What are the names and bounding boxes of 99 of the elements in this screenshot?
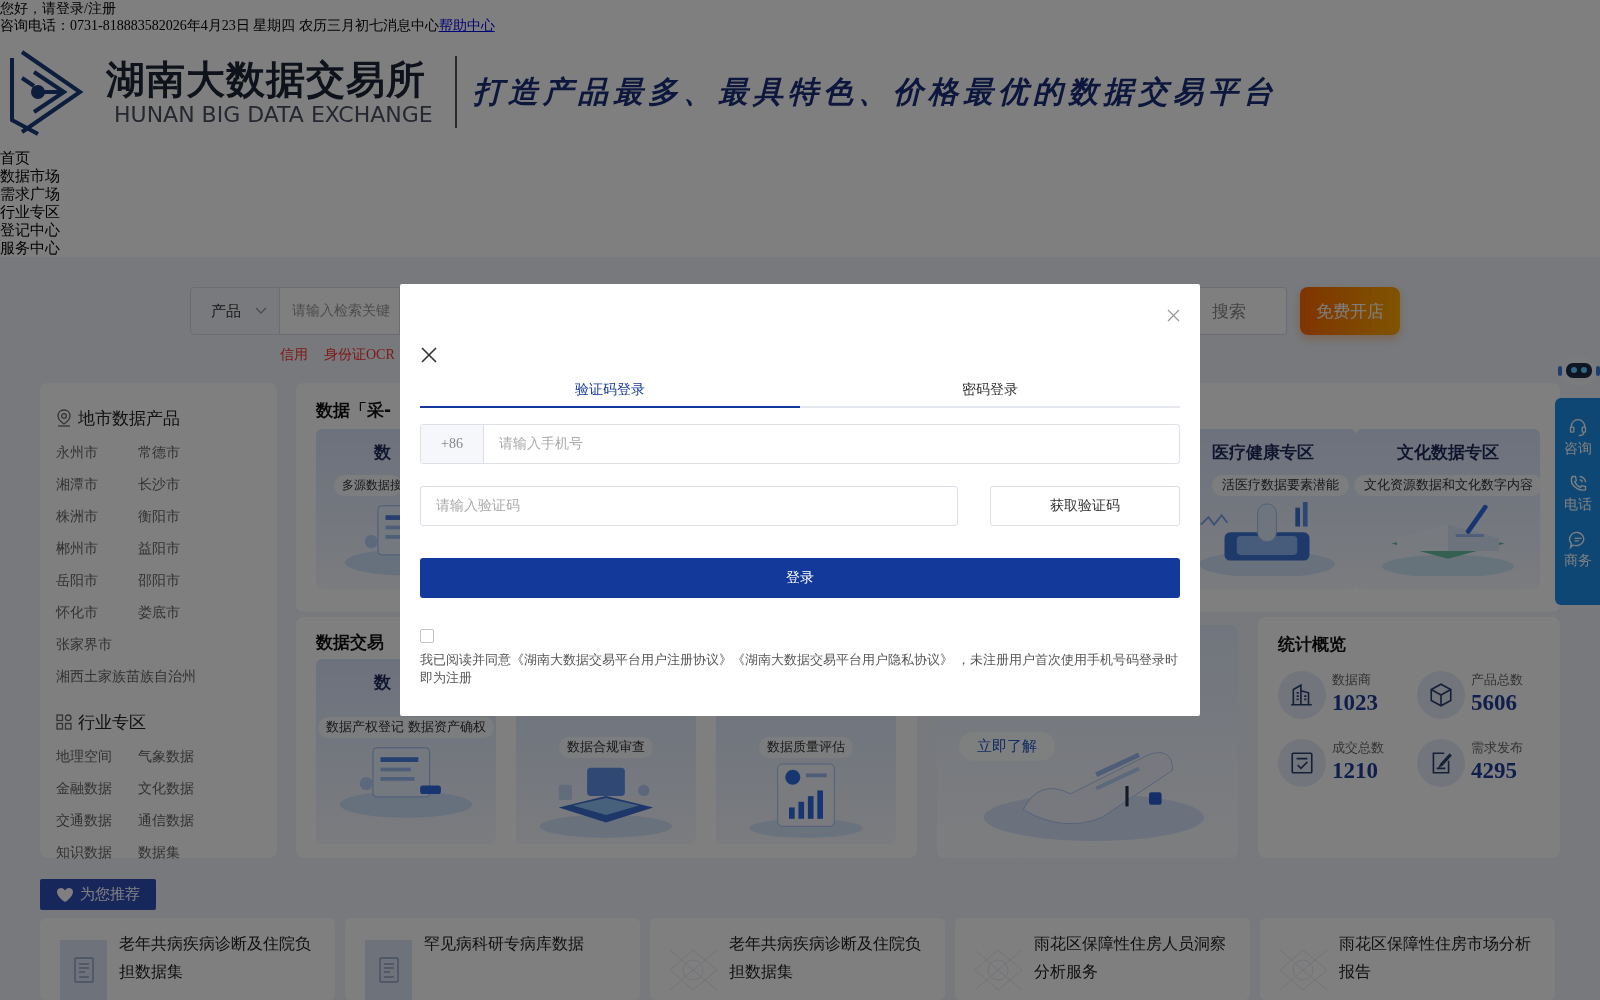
hot-tag-link[interactable]: 信用: [280, 346, 308, 364]
sidebar-link[interactable]: 娄底市: [138, 596, 238, 628]
nav-link[interactable]: 行业专区: [0, 203, 60, 221]
login-button[interactable]: 登录: [420, 558, 1180, 598]
agreement-text: 我已阅读并同意《湖南大数据交易平台用户注册协议》《湖南大数据交易平台用户隐私协议》 ，未注册用户首次使用手机号码登录时即为注册: [420, 651, 1180, 687]
sidebar-link[interactable]: 知识数据: [56, 836, 138, 868]
contact-link[interactable]: 咨询: [1563, 440, 1592, 458]
product-card[interactable]: 老年共病疾病诊断及住院负担数据集: [650, 918, 945, 1000]
heart-icon: [56, 886, 74, 903]
card-subtitle: 文化资源数据和文化数字内容: [1353, 475, 1543, 496]
sidebar-link[interactable]: 株洲市: [56, 500, 138, 532]
nav-link[interactable]: 服务中心: [0, 239, 60, 257]
card-subtitle: 数据产权登记 数据资产确权: [318, 717, 494, 738]
nav-link[interactable]: 登记中心: [0, 221, 60, 239]
sidebar-link[interactable]: 通信数据: [138, 804, 238, 836]
search-button[interactable]: 搜索: [1200, 287, 1287, 335]
stat-value: 1023: [1332, 689, 1378, 717]
slogan-text: 打造产品最多、最具特色、价格最优的数据交易平台: [472, 72, 1278, 111]
phone-field[interactable]: +86 请输入手机号: [420, 424, 1180, 464]
sidebar-link[interactable]: 益阳市: [138, 532, 238, 564]
hot-tag-link[interactable]: 身份证OCR: [324, 346, 395, 364]
nav-link[interactable]: 首页: [0, 149, 30, 167]
login-tab[interactable]: 验证码登录: [420, 374, 800, 408]
close-icon[interactable]: [420, 346, 438, 364]
agreement-checkbox[interactable]: [420, 629, 434, 643]
sidebar-link[interactable]: 湘潭市: [56, 468, 138, 500]
sidebar-link[interactable]: 交通数据: [56, 804, 138, 836]
badge-text: 为您推荐: [80, 885, 140, 904]
checklist-icon: [1289, 750, 1315, 776]
section-heading: 行业专区: [78, 710, 146, 734]
product-title: 老年共病疾病诊断及住院负担数据集: [729, 933, 922, 983]
sidebar-link[interactable]: 张家界市: [56, 628, 138, 660]
card-subtitle: 数据质量评估: [759, 737, 853, 758]
nav-link[interactable]: 需求广场: [0, 185, 60, 203]
stat-value: 4295: [1471, 757, 1518, 785]
sidebar-link[interactable]: 岳阳市: [56, 564, 138, 596]
sidebar-link[interactable]: 湘西土家族苗族自治州: [56, 660, 238, 692]
headset-icon[interactable]: [1567, 418, 1588, 438]
product-card[interactable]: 雨花区保障性住房市场分析报告: [1260, 918, 1555, 1000]
section-title: 数据「采-: [316, 399, 392, 422]
nav-link[interactable]: 数据市场: [0, 167, 60, 185]
card-subtitle: 数据合规审查: [559, 737, 653, 758]
grid-icon: [56, 714, 72, 730]
stat-label: 产品总数: [1471, 671, 1523, 689]
sidebar-link[interactable]: 怀化市: [56, 596, 138, 628]
hotline-text: 咨询电话：0731-81888358: [0, 17, 159, 34]
contact-link[interactable]: 电话: [1563, 496, 1592, 514]
sidebar-link[interactable]: 数据集: [138, 836, 238, 868]
sidebar-link[interactable]: 邵阳市: [138, 564, 238, 596]
stat-label: 数据商: [1332, 671, 1372, 689]
product-card[interactable]: 雨花区保障性住房人员洞察分析服务: [955, 918, 1250, 1000]
document-icon: [378, 957, 399, 983]
help-center-link[interactable]: 帮助中心: [438, 17, 495, 34]
card-subtitle: 活医疗数据要素潜能: [1212, 475, 1349, 496]
document-icon: [73, 957, 94, 983]
product-title: 雨花区保障性住房市场分析报告: [1339, 933, 1532, 983]
logo-icon: [8, 48, 86, 136]
open-store-button[interactable]: 免费开店: [1300, 287, 1400, 335]
stat-label: 成交总数: [1332, 739, 1384, 757]
product-title: 雨花区保障性住房人员洞察分析服务: [1034, 933, 1227, 983]
card-title: 数: [374, 671, 391, 694]
stat-value: 5606: [1471, 689, 1518, 717]
logo-title: 湖南大数据交易所: [106, 57, 427, 102]
login-tab[interactable]: 密码登录: [800, 374, 1180, 408]
stat-value: 1210: [1332, 757, 1379, 785]
sidebar-link[interactable]: 长沙市: [138, 468, 238, 500]
section-heading: 地市数据产品: [78, 406, 180, 430]
card-title: 医疗健康专区: [1212, 441, 1314, 464]
location-pin-icon: [56, 409, 72, 427]
date-text: 2026年4月23日 星期四 农历三月初七: [158, 17, 383, 34]
contact-link[interactable]: 商务: [1563, 552, 1592, 570]
get-code-button[interactable]: 获取验证码: [990, 486, 1180, 526]
country-code: +86: [421, 425, 484, 463]
sidebar-link[interactable]: 永州市: [56, 436, 138, 468]
message-center-link[interactable]: 消息中心: [382, 17, 439, 34]
section-title: 统计概览: [1278, 633, 1346, 656]
greeting-text: 您好，请登录/注册: [0, 0, 116, 17]
chevron-down-icon: [255, 307, 267, 315]
category-dropdown[interactable]: 产品: [190, 287, 280, 335]
cube-icon: [1428, 682, 1454, 708]
learn-more-button[interactable]: 立即了解: [958, 732, 1055, 761]
sidebar-link[interactable]: 金融数据: [56, 772, 138, 804]
product-card[interactable]: 罕见病科研专病库数据: [345, 918, 640, 1000]
card-title: 文化数据专区: [1397, 441, 1499, 464]
card-title: 数: [374, 441, 391, 464]
sidebar-link[interactable]: 衡阳市: [138, 500, 238, 532]
product-title: 老年共病疾病诊断及住院负担数据集: [119, 933, 312, 983]
sidebar-link[interactable]: 气象数据: [138, 740, 238, 772]
sidebar-link[interactable]: 文化数据: [138, 772, 238, 804]
section-title: 数据交易: [316, 631, 384, 654]
code-field[interactable]: 请输入验证码: [420, 486, 958, 526]
product-card[interactable]: 老年共病疾病诊断及住院负担数据集: [40, 918, 335, 1000]
sidebar-link[interactable]: 常德市: [138, 436, 238, 468]
logo-subtitle: HUNAN BIG DATA EXCHANGE: [114, 101, 433, 127]
product-title: 罕见病科研专病库数据: [424, 933, 584, 955]
building-icon: [1289, 682, 1315, 708]
stat-label: 需求发布: [1471, 739, 1523, 757]
sidebar-link[interactable]: 郴州市: [56, 532, 138, 564]
sidebar-link[interactable]: 地理空间: [56, 740, 138, 772]
